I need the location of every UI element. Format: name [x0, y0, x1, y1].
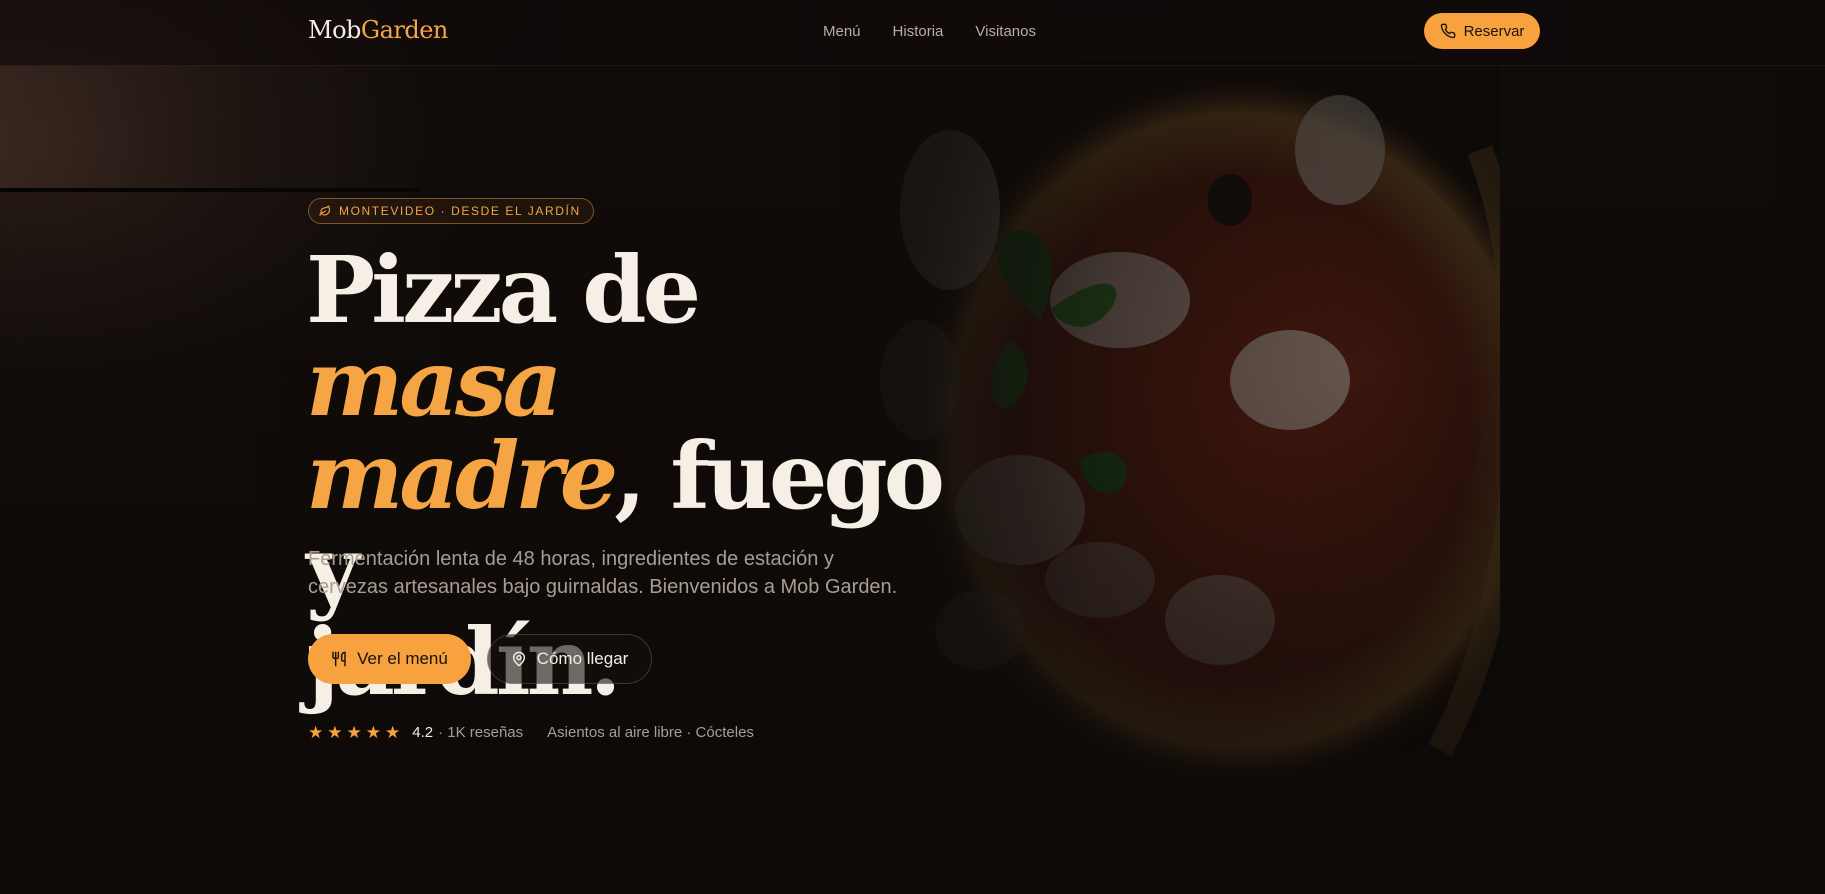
star-icon: ★	[385, 723, 401, 742]
directions-button[interactable]: Cómo llegar	[487, 634, 652, 684]
rating-score: 4.2	[412, 724, 434, 741]
star-icon: ★	[365, 723, 381, 742]
view-menu-label: Ver el menú	[357, 649, 448, 668]
nav-link-historia[interactable]: Historia	[893, 23, 944, 40]
headline-accent-masa: masa	[306, 329, 562, 437]
phone-icon	[1440, 23, 1455, 39]
reserve-button[interactable]: Reservar	[1424, 13, 1540, 49]
badge-label: MONTEVIDEO · DESDE EL JARDÍN	[339, 204, 581, 218]
directions-label: Cómo llegar	[536, 649, 629, 668]
map-pin-icon	[512, 651, 525, 667]
headline-accent-madre: madre	[306, 422, 618, 530]
nav-link-menu[interactable]: Menú	[823, 23, 861, 40]
utensils-icon	[332, 651, 346, 667]
site-header: MobGarden Menú Historia Visitanos Reserv…	[0, 0, 1825, 66]
leaf-icon	[319, 205, 331, 217]
reserve-label: Reservar	[1463, 22, 1525, 40]
brand-logo[interactable]: MobGarden	[308, 16, 448, 44]
main-nav: Menú Historia Visitanos	[823, 23, 1036, 40]
star-icon: ★	[346, 723, 362, 742]
location-badge: MONTEVIDEO · DESDE EL JARDÍN	[308, 198, 594, 224]
star-icon: ★	[327, 723, 343, 742]
review-count: · 1K reseñas	[438, 724, 524, 741]
star-icon: ★	[308, 723, 324, 742]
features-text: Asientos al aire libre · Cócteles	[547, 724, 754, 741]
view-menu-button[interactable]: Ver el menú	[308, 634, 471, 684]
hero-description: Fermentación lenta de 48 horas, ingredie…	[308, 548, 898, 598]
nav-link-visitanos[interactable]: Visitanos	[975, 23, 1036, 40]
rating-row: ★ ★ ★ ★ ★ 4.2 · 1K reseñas Asientos al a…	[308, 724, 754, 741]
star-rating: ★ ★ ★ ★ ★	[308, 724, 400, 741]
